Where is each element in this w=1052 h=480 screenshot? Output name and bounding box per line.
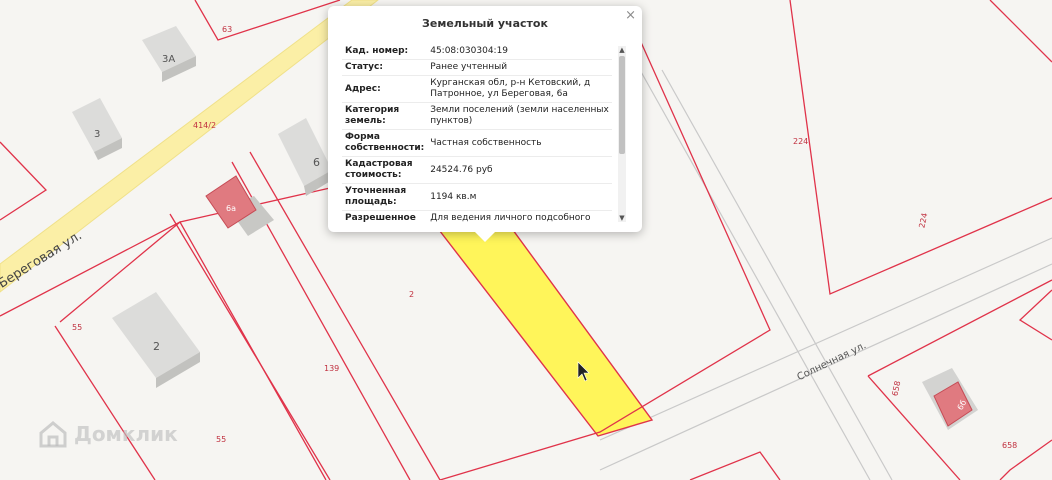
info-value: 1194 кв.м xyxy=(427,183,612,211)
parcel-number-2: 2 xyxy=(409,290,414,299)
scroll-down-arrow-icon[interactable]: ▼ xyxy=(618,214,626,222)
parcel-info-table: Кад. номер: 45:08:030304:19 Статус: Ране… xyxy=(342,44,612,222)
building-number-3: 3 xyxy=(94,129,100,140)
parcel-number-55-a: 55 xyxy=(72,323,82,332)
info-key: Разрешенное xyxy=(342,210,428,222)
parcel-number-63: 63 xyxy=(222,25,232,34)
parcel-number-658-b: 658 xyxy=(1002,441,1017,450)
building-number-3a: 3А xyxy=(162,54,175,65)
info-key: Уточненная площадь: xyxy=(342,183,428,211)
info-row-cadastral-value: Кадастровая стоимость: 24524.76 руб xyxy=(342,156,612,184)
selected-parcel[interactable] xyxy=(434,225,654,437)
close-icon[interactable]: × xyxy=(625,8,636,23)
info-value: Для ведения личного подсобного xyxy=(427,210,612,222)
info-value: 24524.76 руб xyxy=(427,156,612,184)
popup-content[interactable]: Кад. номер: 45:08:030304:19 Статус: Ране… xyxy=(342,44,626,222)
building-6 xyxy=(278,118,332,196)
parcel-number-224-a: 224 xyxy=(793,137,808,146)
popup-pointer xyxy=(474,231,496,242)
building-number-2: 2 xyxy=(153,340,160,353)
info-row-permitted-use: Разрешенное Для ведения личного подсобно… xyxy=(342,210,612,222)
domclick-logo-text: Домклик xyxy=(74,422,178,446)
info-value: Частная собственность xyxy=(427,129,612,157)
parcel-number-55-b: 55 xyxy=(216,435,226,444)
road-solnechnaya-edges xyxy=(599,69,1052,480)
info-key: Кадастровая стоимость: xyxy=(342,156,428,184)
parcel-info-popup: Земельный участок × Кад. номер: 45:08:03… xyxy=(328,6,642,242)
popup-scrollbar[interactable]: ▲ ▼ xyxy=(618,46,626,222)
info-row-area: Уточненная площадь: 1194 кв.м xyxy=(342,183,612,211)
info-key: Адрес: xyxy=(342,75,428,103)
scrollbar-thumb[interactable] xyxy=(619,56,625,154)
info-row-land-category: Категория земель: Земли поселений (земли… xyxy=(342,102,612,130)
info-row-cadastral-number: Кад. номер: 45:08:030304:19 xyxy=(342,44,612,60)
street-label-solnechnaya: Солнечная ул. xyxy=(795,340,868,383)
parcel-number-224-b: 224 xyxy=(917,212,929,229)
info-value: Курганская обл, р-н Кетовский, д Патронн… xyxy=(427,75,612,103)
parcel-number-139: 139 xyxy=(324,364,339,373)
parcel-number-414-2: 414/2 xyxy=(193,121,216,130)
domclick-logo: Домклик xyxy=(38,420,178,448)
info-row-ownership: Форма собственности: Частная собственнос… xyxy=(342,129,612,157)
info-row-address: Адрес: Курганская обл, р-н Кетовский, д … xyxy=(342,75,612,103)
info-key: Статус: xyxy=(342,59,428,76)
info-key: Категория земель: xyxy=(342,102,428,130)
info-value: Ранее учтенный xyxy=(427,59,612,76)
scroll-up-arrow-icon[interactable]: ▲ xyxy=(618,46,626,54)
info-value: Земли поселений (земли населенных пункто… xyxy=(427,102,612,130)
building-number-6a: 6а xyxy=(226,204,236,213)
info-key: Кад. номер: xyxy=(342,44,428,60)
info-value: 45:08:030304:19 xyxy=(427,44,612,60)
building-number-6: 6 xyxy=(313,156,320,169)
parcel-number-658-a: 658 xyxy=(890,380,902,397)
house-logo-icon xyxy=(39,421,67,448)
info-key: Форма собственности: xyxy=(342,129,428,157)
popup-title: Земельный участок xyxy=(422,17,548,30)
info-row-status: Статус: Ранее учтенный xyxy=(342,59,612,76)
